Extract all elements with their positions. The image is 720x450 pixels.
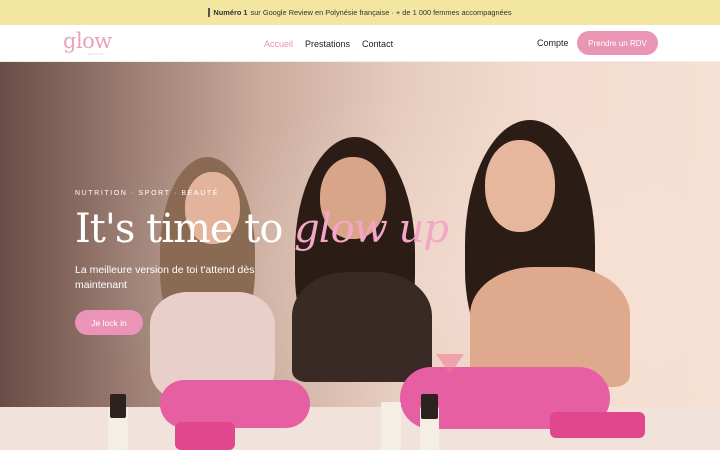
hero-headline: It's time to glow up	[75, 206, 449, 252]
lock-in-button[interactable]: Je lock in	[75, 310, 143, 335]
headline-accent: glow up	[294, 206, 449, 252]
main-nav: glow nutrition Accueil Prestations Conta…	[0, 25, 720, 62]
logo-subtitle: nutrition	[88, 52, 104, 56]
divider-icon	[208, 8, 211, 17]
nav-link-contact[interactable]: Contact	[362, 39, 393, 49]
nav-link-accueil[interactable]: Accueil	[264, 39, 293, 49]
announcement-bold: Numéro 1	[213, 8, 248, 17]
nav-links: Accueil Prestations Contact	[264, 25, 393, 62]
nav-link-prestations[interactable]: Prestations	[305, 39, 350, 49]
announcement-bar: Numéro 1 sur Google Review en Polynésie …	[0, 0, 720, 25]
account-link[interactable]: Compte	[537, 38, 569, 48]
book-appointment-button[interactable]: Prendre un RDV	[577, 31, 658, 55]
logo[interactable]: glow	[63, 29, 112, 53]
hero-section: NUTRITION · SPORT · BEAUTÉ It's time to …	[0, 62, 720, 450]
hero-subtitle: La meilleure version de toi t'attend dès…	[75, 264, 255, 291]
headline-plain: It's time to	[75, 206, 295, 252]
hero-tagline: NUTRITION · SPORT · BEAUTÉ	[75, 190, 220, 197]
announcement-text: sur Google Review en Polynésie française…	[250, 8, 512, 17]
